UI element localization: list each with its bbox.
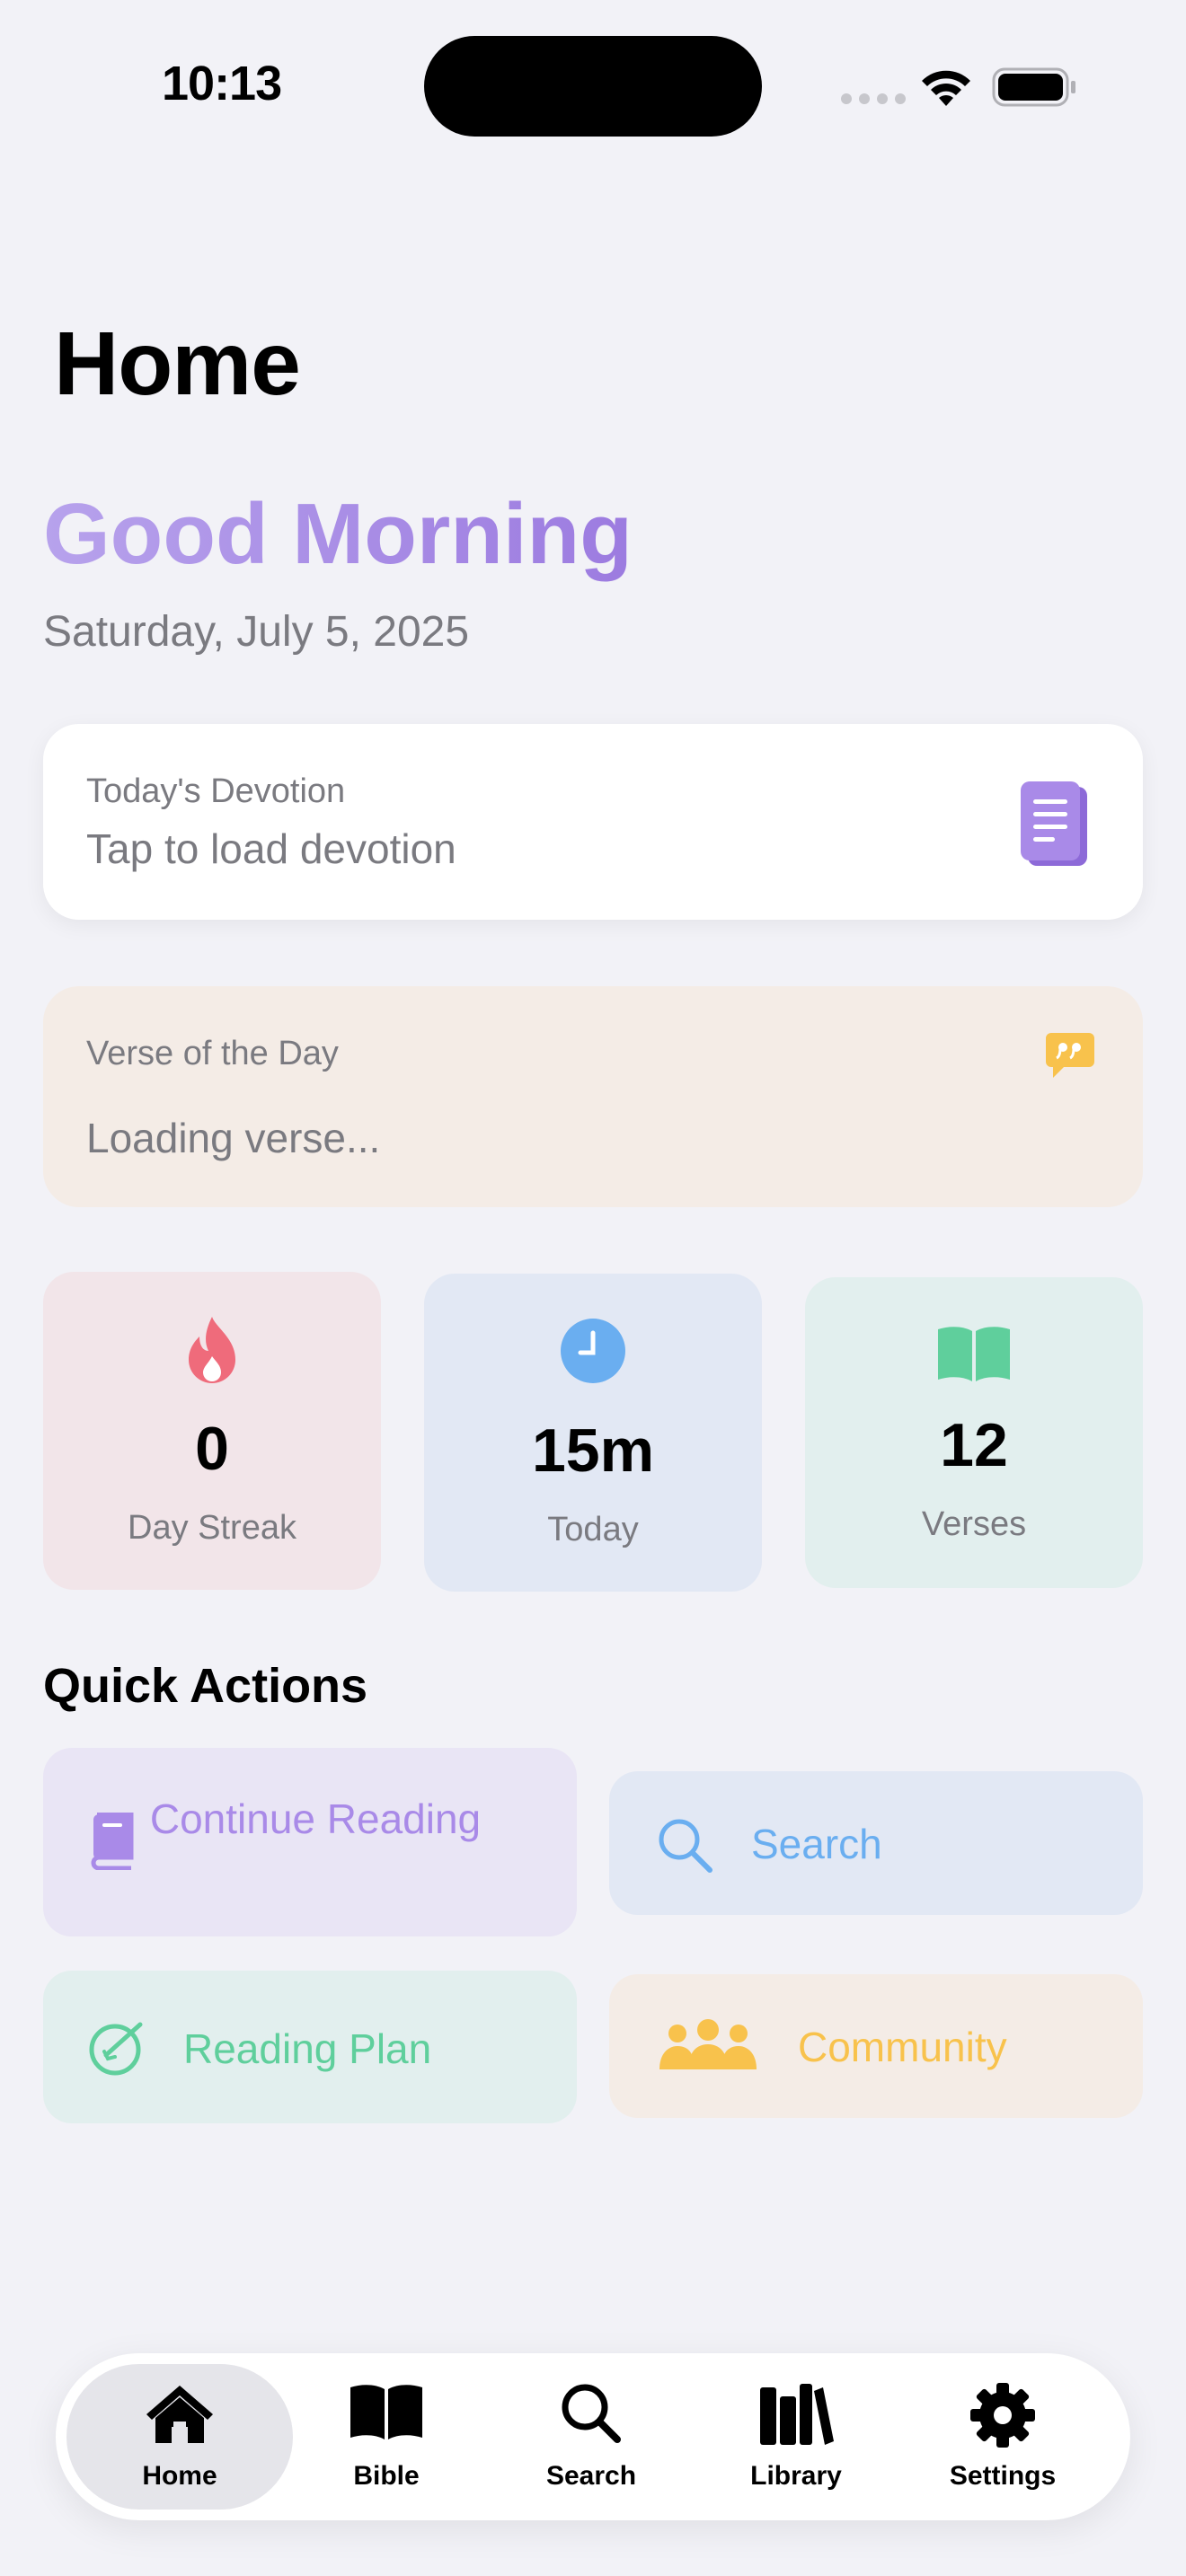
streak-value: 0 (195, 1415, 229, 1483)
today-value: 15m (531, 1416, 655, 1485)
flame-icon (43, 1315, 381, 1387)
house-icon (90, 2382, 270, 2445)
search-action-button[interactable]: Search (609, 1771, 1143, 1915)
home-screen: 10:13 Home Good Morning Saturday, July 5… (0, 0, 1186, 2576)
devotion-card[interactable]: Today's Devotion Tap to load devotion (43, 724, 1143, 920)
continue-reading-label: Continue Reading (149, 1795, 482, 1842)
tab-library[interactable]: Library (706, 2353, 886, 2520)
plan-check-icon (86, 2019, 147, 2077)
verses-label: Verses (921, 1505, 1027, 1543)
tab-settings[interactable]: Settings (913, 2353, 1093, 2520)
devotion-body: Tap to load devotion (86, 825, 456, 872)
document-icon (1017, 780, 1093, 874)
verses-stat-card[interactable]: 12 Verses (805, 1277, 1143, 1588)
quote-bubble-icon (1044, 1031, 1096, 1084)
current-date: Saturday, July 5, 2025 (43, 608, 470, 656)
search-icon (501, 2382, 681, 2445)
tab-home-label: Home (142, 2461, 217, 2491)
clock-icon (424, 1319, 762, 1383)
today-stat-card[interactable]: 15m Today (424, 1274, 762, 1592)
search-action-label: Search (751, 1821, 882, 1867)
devotion-label: Today's Devotion (86, 772, 346, 810)
reading-plan-label: Reading Plan (183, 2025, 432, 2072)
community-button[interactable]: Community (609, 1974, 1143, 2118)
open-book-icon (805, 1324, 1143, 1383)
greeting-heading: Good Morning (43, 486, 633, 582)
dynamic-island (424, 36, 762, 137)
wifi-icon (918, 66, 974, 112)
people-icon (658, 2019, 758, 2071)
tab-bible[interactable]: Bible (296, 2353, 476, 2520)
verse-of-the-day-card[interactable]: Verse of the Day Loading verse... (43, 986, 1143, 1207)
battery-icon (992, 66, 1078, 112)
streak-label: Day Streak (128, 1509, 296, 1547)
tab-settings-label: Settings (949, 2461, 1057, 2491)
verse-label: Verse of the Day (86, 1035, 339, 1072)
gear-icon (913, 2382, 1093, 2448)
verse-body: Loading verse... (86, 1115, 381, 1161)
verses-value: 12 (940, 1411, 1008, 1479)
continue-reading-button[interactable]: Continue Reading (43, 1748, 577, 1936)
community-label: Community (798, 2024, 1007, 2070)
books-icon (706, 2382, 886, 2447)
tab-library-label: Library (750, 2461, 842, 2491)
tab-search[interactable]: Search (501, 2353, 681, 2520)
tab-bar: Home Bible Search Library Settings (56, 2353, 1130, 2520)
quick-actions-title: Quick Actions (43, 1659, 368, 1713)
streak-stat-card[interactable]: 0 Day Streak (43, 1272, 381, 1590)
tab-home[interactable]: Home (90, 2353, 270, 2520)
open-book-icon (296, 2382, 476, 2441)
book-icon (90, 1813, 135, 1870)
today-label: Today (547, 1511, 639, 1548)
cellular-signal-icon (841, 93, 906, 104)
tab-search-label: Search (545, 2461, 637, 2491)
tab-bible-label: Bible (353, 2461, 420, 2491)
search-icon (656, 1816, 713, 1874)
reading-plan-button[interactable]: Reading Plan (43, 1971, 577, 2123)
status-time: 10:13 (162, 57, 282, 110)
page-title: Home (54, 313, 301, 414)
